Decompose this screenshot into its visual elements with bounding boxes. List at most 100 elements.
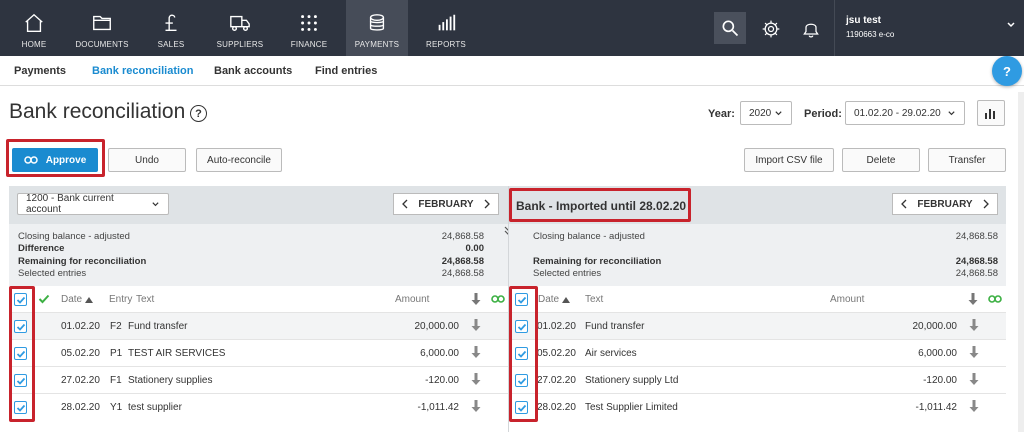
arrow-down-icon[interactable]	[969, 346, 979, 358]
table-row[interactable]: 01.02.20 F2 Fund transfer 20,000.00	[9, 312, 508, 339]
nav-suppliers[interactable]: SUPPLIERS	[210, 0, 270, 56]
year-select[interactable]: 2020	[740, 101, 792, 125]
help-button[interactable]: ?	[992, 56, 1022, 86]
sub-navigation: Payments Bank reconciliation Bank accoun…	[0, 56, 1024, 86]
header-date[interactable]: Date	[538, 294, 559, 305]
summary-label: Difference	[18, 243, 65, 254]
row-entry: Y1	[110, 402, 123, 413]
arrow-down-icon[interactable]	[968, 293, 978, 305]
row-date: 05.02.20	[537, 348, 576, 359]
header-text[interactable]: Text	[585, 294, 603, 305]
summary-label: Selected entries	[533, 268, 602, 279]
transfer-button[interactable]: Transfer	[928, 148, 1006, 172]
chevron-right-icon[interactable]	[982, 199, 990, 209]
folder-icon	[93, 15, 111, 31]
user-company: 1190663 e-co	[846, 30, 895, 39]
search-button[interactable]	[714, 12, 746, 44]
question-circle-icon[interactable]: ?	[190, 105, 207, 122]
header-text[interactable]: Text	[136, 294, 154, 305]
nav-label: PAYMENTS	[354, 40, 400, 49]
approve-button[interactable]: Approve	[12, 148, 98, 172]
table-row[interactable]: 28.02.20 Test Supplier Limited -1,011.42	[509, 393, 1006, 420]
search-icon	[722, 20, 739, 37]
row-amount: -1,011.42	[915, 402, 957, 413]
account-select[interactable]: 1200 - Bank current account	[17, 193, 169, 215]
arrow-down-icon[interactable]	[969, 319, 979, 331]
table-row[interactable]: 28.02.20 Y1 test supplier -1,011.42	[9, 393, 508, 420]
nav-documents[interactable]: DOCUMENTS	[70, 0, 134, 56]
arrow-down-icon[interactable]	[471, 373, 481, 385]
import-csv-button[interactable]: Import CSV file	[744, 148, 834, 172]
page-scrollbar[interactable]	[1018, 92, 1024, 432]
chevron-down-icon[interactable]	[1006, 20, 1016, 30]
summary-value: 24,868.58	[441, 231, 484, 242]
notifications-button[interactable]	[796, 14, 826, 44]
summary-value: 24,868.58	[955, 231, 998, 242]
page-title: Bank reconciliation	[9, 100, 186, 123]
chart-view-button[interactable]	[977, 100, 1005, 126]
auto-reconcile-button[interactable]: Auto-reconcile	[196, 148, 282, 172]
arrow-down-icon[interactable]	[969, 400, 979, 412]
header-entry[interactable]: Entry	[109, 294, 132, 305]
header-amount[interactable]: Amount	[395, 294, 429, 305]
header-date[interactable]: Date	[61, 294, 82, 305]
row-date: 05.02.20	[61, 348, 100, 359]
subnav-find-entries[interactable]: Find entries	[315, 65, 377, 77]
row-date: 27.02.20	[61, 375, 100, 386]
arrow-down-icon[interactable]	[471, 319, 481, 331]
row-text: test supplier	[128, 402, 182, 413]
chevron-down-icon	[775, 110, 782, 115]
row-text: Fund transfer	[585, 321, 645, 332]
right-month-selector[interactable]: FEBRUARY	[892, 193, 998, 215]
right-month: FEBRUARY	[917, 198, 973, 210]
table-row[interactable]: 05.02.20 Air services 6,000.00	[509, 339, 1006, 366]
row-text: TEST AIR SERVICES	[128, 348, 226, 359]
nav-label: HOME	[21, 40, 47, 49]
nav-sales[interactable]: SALES	[146, 0, 196, 56]
sort-up-icon	[562, 297, 570, 303]
chevron-left-icon[interactable]	[401, 199, 409, 209]
row-amount: -120.00	[425, 375, 459, 386]
subnav-payments[interactable]: Payments	[14, 65, 66, 77]
table-row[interactable]: 27.02.20 F1 Stationery supplies -120.00	[9, 366, 508, 393]
nav-home[interactable]: HOME	[8, 0, 60, 56]
checkmark-icon	[38, 294, 50, 304]
chevron-right-icon[interactable]	[483, 199, 491, 209]
left-month: FEBRUARY	[418, 198, 474, 210]
subnav-bank-accounts[interactable]: Bank accounts	[214, 65, 292, 77]
user-menu[interactable]: jsu test 1190663 e-co	[846, 14, 894, 42]
left-table-header: Date Entry Text Amount	[9, 290, 508, 312]
chevron-down-icon	[152, 201, 159, 206]
header-amount[interactable]: Amount	[830, 294, 864, 305]
undo-button[interactable]: Undo	[108, 148, 186, 172]
summary-label: Closing balance - adjusted	[533, 231, 645, 242]
pound-icon	[165, 14, 177, 32]
arrow-down-icon[interactable]	[471, 293, 481, 305]
subnav-bank-reconciliation[interactable]: Bank reconciliation	[92, 65, 193, 77]
arrow-down-icon[interactable]	[471, 400, 481, 412]
row-date: 28.02.20	[537, 402, 576, 413]
settings-button[interactable]	[756, 14, 786, 44]
chevron-down-icon	[948, 110, 955, 115]
nav-label: DOCUMENTS	[75, 40, 129, 49]
left-month-selector[interactable]: FEBRUARY	[393, 193, 499, 215]
table-row[interactable]: 05.02.20 P1 TEST AIR SERVICES 6,000.00	[9, 339, 508, 366]
arrow-down-icon[interactable]	[471, 346, 481, 358]
summary-label: Remaining for reconciliation	[18, 256, 147, 267]
coins-icon	[369, 14, 385, 31]
period-select[interactable]: 01.02.20 - 29.02.20	[845, 101, 965, 125]
row-text: Stationery supply Ltd	[585, 375, 679, 386]
table-row[interactable]: 27.02.20 Stationery supply Ltd -120.00	[509, 366, 1006, 393]
row-amount: 20,000.00	[912, 321, 958, 332]
chevron-left-icon[interactable]	[900, 199, 908, 209]
delete-button[interactable]: Delete	[842, 148, 920, 172]
bell-icon	[803, 23, 819, 38]
row-entry: P1	[110, 348, 123, 359]
summary-value: 24,868.58	[955, 268, 998, 279]
arrow-down-icon[interactable]	[969, 373, 979, 385]
nav-reports[interactable]: REPORTS	[420, 0, 472, 56]
nav-payments[interactable]: PAYMENTS	[346, 0, 408, 56]
table-row[interactable]: 01.02.20 Fund transfer 20,000.00	[509, 312, 1006, 339]
nav-label: SALES	[157, 40, 185, 49]
nav-finance[interactable]: FINANCE	[284, 0, 334, 56]
